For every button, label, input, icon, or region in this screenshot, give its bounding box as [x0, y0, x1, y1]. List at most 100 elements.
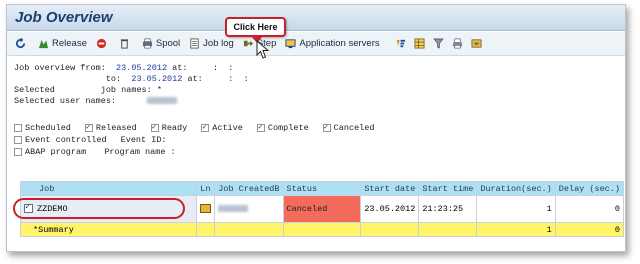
criteria-user-names-row: Selected user names:: [14, 96, 177, 106]
application-servers-button[interactable]: Application servers: [285, 38, 380, 49]
to-time: : :: [228, 74, 249, 84]
col-job-created-by[interactable]: Job CreatedB: [214, 181, 284, 196]
job-created-by-cell: [214, 195, 284, 223]
from-label: Job overview from:: [14, 63, 106, 73]
start-date-cell: 23.05.2012: [360, 195, 420, 223]
criteria-to-row: to: 23.05.2012 at: : :: [14, 74, 249, 84]
canceled-label: Canceled: [333, 123, 375, 133]
release-label: Release: [52, 38, 87, 49]
summary-empty-ln: [196, 222, 216, 237]
complete-checkbox[interactable]: [256, 122, 265, 132]
job-info-icon: [200, 204, 212, 214]
title-bar: Job Overview: [7, 5, 625, 31]
scheduled-label: Scheduled: [25, 123, 71, 133]
program-name-label: Program name :: [104, 147, 176, 157]
job-names-value: *: [156, 85, 162, 95]
summary-row: *Summary 1 0: [19, 222, 625, 237]
app-servers-icon: [285, 38, 296, 49]
job-log-label: Job log: [203, 38, 234, 49]
active-checkbox[interactable]: [201, 122, 210, 132]
sort-icon: [395, 38, 406, 49]
user-names-value-redacted: [146, 97, 177, 105]
delay-cell: 0: [554, 195, 625, 223]
refresh-button[interactable]: [15, 38, 29, 49]
col-job[interactable]: Job: [19, 181, 198, 196]
release-button[interactable]: Release: [38, 38, 87, 49]
release-icon: [38, 38, 49, 49]
event-controlled-checkbox[interactable]: [14, 136, 22, 144]
summary-empty-date: [360, 222, 420, 237]
filter-icon: [432, 38, 444, 49]
active-label: Active: [212, 123, 243, 133]
summary-empty-created: [214, 222, 284, 237]
to-label: to:: [105, 74, 122, 84]
job-log-icon: [189, 38, 200, 49]
mouse-cursor-icon: [256, 40, 270, 59]
from-time: : :: [212, 63, 234, 73]
col-start-time[interactable]: Start time: [418, 181, 478, 196]
summary-label: *Summary: [19, 222, 198, 237]
status-cell: Canceled: [282, 195, 362, 223]
col-status[interactable]: Status: [282, 181, 362, 196]
spool-button[interactable]: Spool: [142, 38, 180, 49]
ready-label: Ready: [161, 123, 188, 133]
print-icon: [452, 38, 463, 49]
table-header-row: Job Ln Job CreatedB Status Start date St…: [19, 181, 625, 196]
job-overview-window: Job Overview Release Spool Job log Step …: [6, 4, 626, 252]
row-select-checkbox[interactable]: [24, 202, 33, 214]
selected-label: Selected: [14, 85, 55, 95]
print-button[interactable]: [452, 38, 466, 49]
export-button[interactable]: [471, 38, 485, 49]
summary-empty-status: [282, 222, 362, 237]
event-controlled-row: Event controlled Event ID:: [14, 135, 167, 145]
col-ln[interactable]: Ln: [196, 181, 216, 196]
delete-button[interactable]: [119, 38, 133, 49]
ready-checkbox[interactable]: [150, 122, 159, 132]
delete-icon: [119, 38, 130, 49]
job-info-cell[interactable]: [196, 195, 216, 223]
event-controlled-label: Event controlled: [25, 135, 107, 145]
sort-button[interactable]: [395, 38, 409, 49]
status-filter-row: Scheduled Released Ready Active Complete…: [14, 122, 384, 133]
table-row[interactable]: ZZDEMO Canceled 23.05.2012 21:23:25 1 0: [19, 195, 625, 223]
summary-duration: 1: [476, 222, 556, 237]
job-table: Job Ln Job CreatedB Status Start date St…: [19, 181, 625, 237]
canceled-checkbox[interactable]: [322, 122, 331, 132]
filter-button[interactable]: [432, 38, 447, 49]
application-servers-label: Application servers: [299, 38, 380, 49]
col-start-date[interactable]: Start date: [360, 181, 420, 196]
stop-button[interactable]: [96, 38, 110, 49]
spool-icon: [142, 38, 153, 49]
event-id-label: Event ID:: [120, 135, 167, 145]
from-at-label: at:: [172, 63, 188, 73]
layout-button[interactable]: [414, 38, 428, 49]
spool-label: Spool: [155, 38, 181, 49]
refresh-icon: [15, 38, 26, 49]
stop-icon: [96, 38, 107, 49]
scheduled-checkbox[interactable]: [14, 124, 22, 132]
job-log-button[interactable]: Job log: [189, 38, 234, 49]
to-date: 23.05.2012: [131, 74, 183, 84]
export-icon: [471, 38, 482, 49]
released-checkbox[interactable]: [84, 122, 93, 132]
summary-delay: 0: [554, 222, 625, 237]
duration-cell: 1: [476, 195, 556, 223]
job-name-cell[interactable]: ZZDEMO: [19, 195, 198, 223]
criteria-job-names-row: Selected job names: *: [14, 85, 162, 95]
released-label: Released: [95, 123, 137, 133]
to-at-label: at:: [187, 74, 203, 84]
from-date: 23.05.2012: [116, 63, 168, 73]
toolbar: Release Spool Job log Step Application s…: [7, 32, 625, 56]
created-by-redacted: [218, 205, 249, 213]
col-delay[interactable]: Delay (sec.): [554, 181, 625, 196]
click-here-callout: Click Here: [225, 17, 286, 37]
criteria-from-row: Job overview from: 23.05.2012 at: : :: [14, 63, 233, 73]
job-names-label: job names:: [100, 85, 152, 95]
complete-label: Complete: [267, 123, 309, 133]
abap-program-label: ABAP program: [25, 147, 87, 157]
layout-icon: [414, 38, 425, 49]
summary-empty-time: [418, 222, 478, 237]
job-name: ZZDEMO: [37, 204, 68, 214]
col-duration[interactable]: Duration(sec.): [476, 181, 556, 196]
abap-program-checkbox[interactable]: [14, 148, 22, 156]
